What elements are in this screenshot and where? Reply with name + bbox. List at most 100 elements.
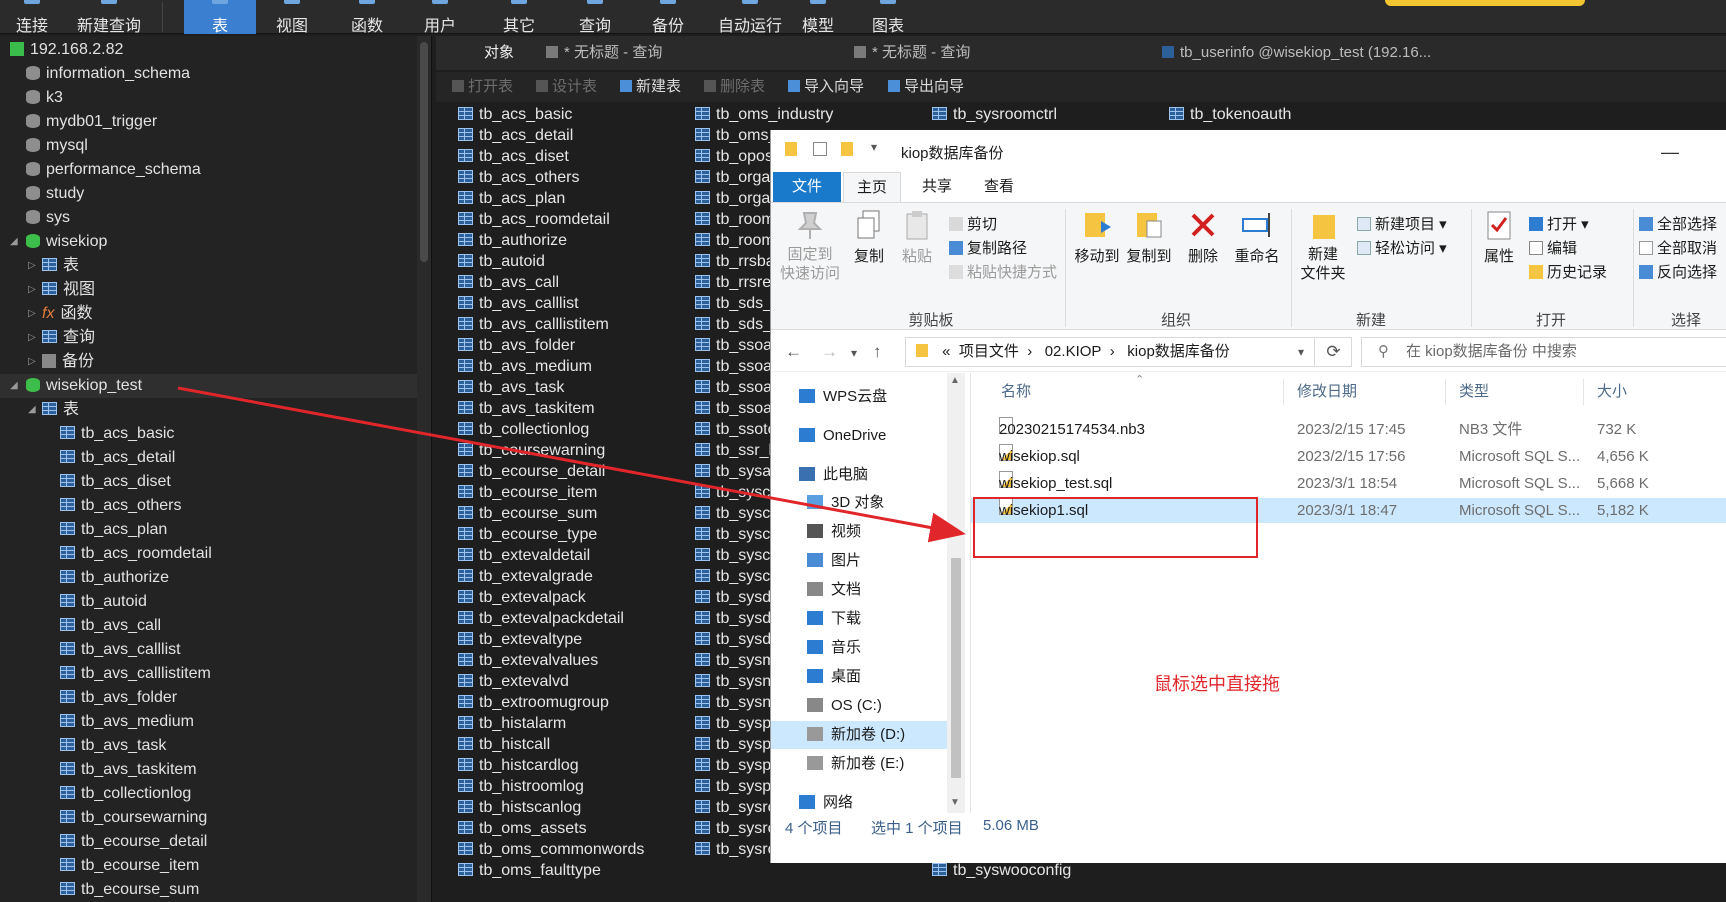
tree-db-k3[interactable]: k3	[26, 86, 63, 110]
breadcrumb-overflow[interactable]: «	[942, 343, 950, 360]
refresh-icon[interactable]: ⟳	[1316, 337, 1352, 367]
object-table-item[interactable]: tb_sysal	[695, 461, 775, 482]
user-button[interactable]: 用户	[418, 0, 462, 35]
view-button[interactable]: 视图	[270, 0, 314, 35]
object-table-item[interactable]: tb_ssoac	[695, 335, 780, 356]
expand-caret-icon[interactable]: ▷	[28, 350, 36, 374]
ribbon-tab-file[interactable]: 文件	[773, 172, 841, 202]
expand-caret-icon[interactable]: ◢	[10, 374, 18, 398]
tree-table-item[interactable]: tb_acs_others	[60, 494, 182, 518]
tree-db-performance-schema[interactable]: performance_schema	[26, 158, 201, 182]
object-table-item[interactable]: tb_ssoap	[695, 377, 781, 398]
quick-access-dropdown-icon[interactable]: ▾	[871, 140, 877, 154]
up-arrow-icon[interactable]: ↑	[873, 342, 882, 362]
cut-button[interactable]: 剪切	[949, 213, 997, 234]
object-table-item[interactable]: tb_rrsre	[695, 272, 771, 293]
nav-item[interactable]: 图片	[807, 547, 861, 575]
object-table-item[interactable]: tb_ssr_b	[695, 440, 777, 461]
object-table-item[interactable]: tb_avs_task	[458, 377, 564, 398]
file-row[interactable]: wisekiop.sql 2023/2/15 17:56 Microsoft SQL…	[971, 444, 1726, 469]
object-table-item[interactable]: tb_acs_basic	[458, 104, 572, 125]
object-table-item[interactable]: tb_extevalgrade	[458, 566, 593, 587]
tree-table-item[interactable]: tb_autoid	[60, 590, 147, 614]
tree-table-item[interactable]: tb_acs_detail	[60, 446, 175, 470]
nav-item[interactable]: 文档	[807, 576, 861, 604]
back-arrow-icon[interactable]: ←	[785, 342, 802, 362]
forward-arrow-icon[interactable]: →	[821, 342, 838, 362]
object-table-item[interactable]: tb_room	[695, 209, 775, 230]
tree-table-item[interactable]: tb_acs_plan	[60, 518, 167, 542]
tree-table-item[interactable]: tb_coursewarning	[60, 806, 207, 830]
object-table-item[interactable]: tb_sysrc	[695, 818, 776, 839]
tree-db-sys[interactable]: sys	[26, 206, 70, 230]
nav-item[interactable]: 音乐	[807, 634, 861, 662]
tree-table-item[interactable]: tb_avs_calllistitem	[60, 662, 211, 686]
object-table-item[interactable]: tb_ssoau	[695, 398, 781, 419]
file-row[interactable]: 20230215174534.nb3 2023/2/15 17:45 NB3 文件 7…	[971, 417, 1726, 442]
object-table-item[interactable]: tb_autoid	[458, 251, 545, 272]
object-table-item[interactable]: tb_ecourse_sum	[458, 503, 597, 524]
object-table-item[interactable]: tb_acs_diset	[458, 146, 569, 167]
select-none-button[interactable]: 全部取消	[1639, 237, 1717, 258]
design-table-button[interactable]: 设计表	[536, 72, 597, 102]
properties-check-icon[interactable]	[813, 142, 827, 156]
object-table-item[interactable]: tb_extevalpackdetail	[458, 608, 624, 629]
object-table-item[interactable]: tb_extevalvalues	[458, 650, 598, 671]
recent-dropdown-icon[interactable]: ▾	[851, 346, 857, 360]
nav-item[interactable]: 新加卷 (E:)	[807, 750, 904, 778]
object-table-item[interactable]: tb_ecourse_type	[458, 524, 597, 545]
expand-caret-icon[interactable]: ◢	[10, 230, 18, 254]
object-table-item[interactable]: tb_collectionlog	[458, 419, 589, 440]
nav-scrollbar[interactable]: ▲ ▼	[947, 373, 965, 813]
new-item-button[interactable]: 新建项目 ▾	[1357, 213, 1447, 234]
tree-table-item[interactable]: tb_ecourse_item	[60, 854, 199, 878]
object-table-item[interactable]: tb_histalarm	[458, 713, 566, 734]
object-table-item[interactable]: tb_syswooconfig	[932, 860, 1071, 881]
object-table-item[interactable]: tb_histscanlog	[458, 797, 581, 818]
open-button[interactable]: 打开 ▾	[1529, 213, 1589, 234]
invert-selection-button[interactable]: 反向选择	[1639, 261, 1717, 282]
move-to-button[interactable]: 移动到	[1071, 209, 1123, 266]
expand-caret-icon[interactable]: ▷	[28, 302, 36, 326]
tree-wisekiop-functions[interactable]: ▷ fx 函数	[28, 302, 92, 326]
file-row[interactable]: wisekiop_test.sql 2023/3/1 18:54 Microsoft…	[971, 471, 1726, 496]
object-table-item[interactable]: tb_oms_faulttype	[458, 860, 601, 881]
expand-caret-icon[interactable]: ▷	[28, 254, 36, 278]
tree-wisekiop-test-tables[interactable]: ◢ 表	[28, 398, 79, 422]
tab-untitled-query-1[interactable]: * 无标题 - 查询	[546, 36, 662, 70]
tree-table-item[interactable]: tb_avs_taskitem	[60, 758, 197, 782]
object-table-item[interactable]: tb_acs_roomdetail	[458, 209, 610, 230]
tree-table-item[interactable]: tb_avs_folder	[60, 686, 177, 710]
breadcrumb-project-files[interactable]: 项目文件	[959, 343, 1019, 360]
paste-shortcut-button[interactable]: 粘贴快捷方式	[949, 261, 1057, 282]
object-table-item[interactable]: tb_ssoap	[695, 356, 781, 377]
object-table-item[interactable]: tb_avs_calllistitem	[458, 314, 609, 335]
tab-untitled-query-2[interactable]: * 无标题 - 查询	[854, 36, 970, 70]
object-table-item[interactable]: tb_syspl	[695, 776, 775, 797]
tree-table-item[interactable]: tb_acs_diset	[60, 470, 171, 494]
model-button[interactable]: 模型	[796, 0, 840, 35]
nav-item[interactable]: 此电脑	[799, 461, 868, 489]
object-table-item[interactable]: tb_ecourse_item	[458, 482, 597, 503]
backup-button[interactable]: 备份	[646, 0, 690, 35]
object-table-item[interactable]: tb_extevalpack	[458, 587, 586, 608]
tree-table-item[interactable]: tb_avs_calllist	[60, 638, 181, 662]
new-folder-icon[interactable]	[841, 142, 853, 156]
object-table-item[interactable]: tb_sysco	[695, 524, 779, 545]
tree-table-item[interactable]: tb_avs_call	[60, 614, 161, 638]
object-table-item[interactable]: tb_histroomlog	[458, 776, 584, 797]
expand-caret-icon[interactable]: ◢	[28, 398, 36, 422]
nav-item[interactable]: 视频	[807, 518, 861, 546]
nav-item[interactable]: 3D 对象	[807, 489, 884, 517]
new-table-button[interactable]: 新建表	[620, 72, 681, 102]
ribbon-tab-view[interactable]: 查看	[969, 172, 1029, 202]
nav-item[interactable]: 桌面	[807, 663, 861, 691]
object-table-item[interactable]: tb_acs_plan	[458, 188, 565, 209]
automation-button[interactable]: 自动运行	[710, 0, 790, 35]
object-table-item[interactable]: tb_oms_commonwords	[458, 839, 644, 860]
object-table-item[interactable]: tb_tokenoauth	[1169, 104, 1291, 125]
query-button[interactable]: 查询	[573, 0, 617, 35]
table-button[interactable]: 表	[184, 0, 256, 35]
object-table-item[interactable]: tb_oms_industry	[695, 104, 833, 125]
object-table-item[interactable]: tb_extevaltype	[458, 629, 582, 650]
